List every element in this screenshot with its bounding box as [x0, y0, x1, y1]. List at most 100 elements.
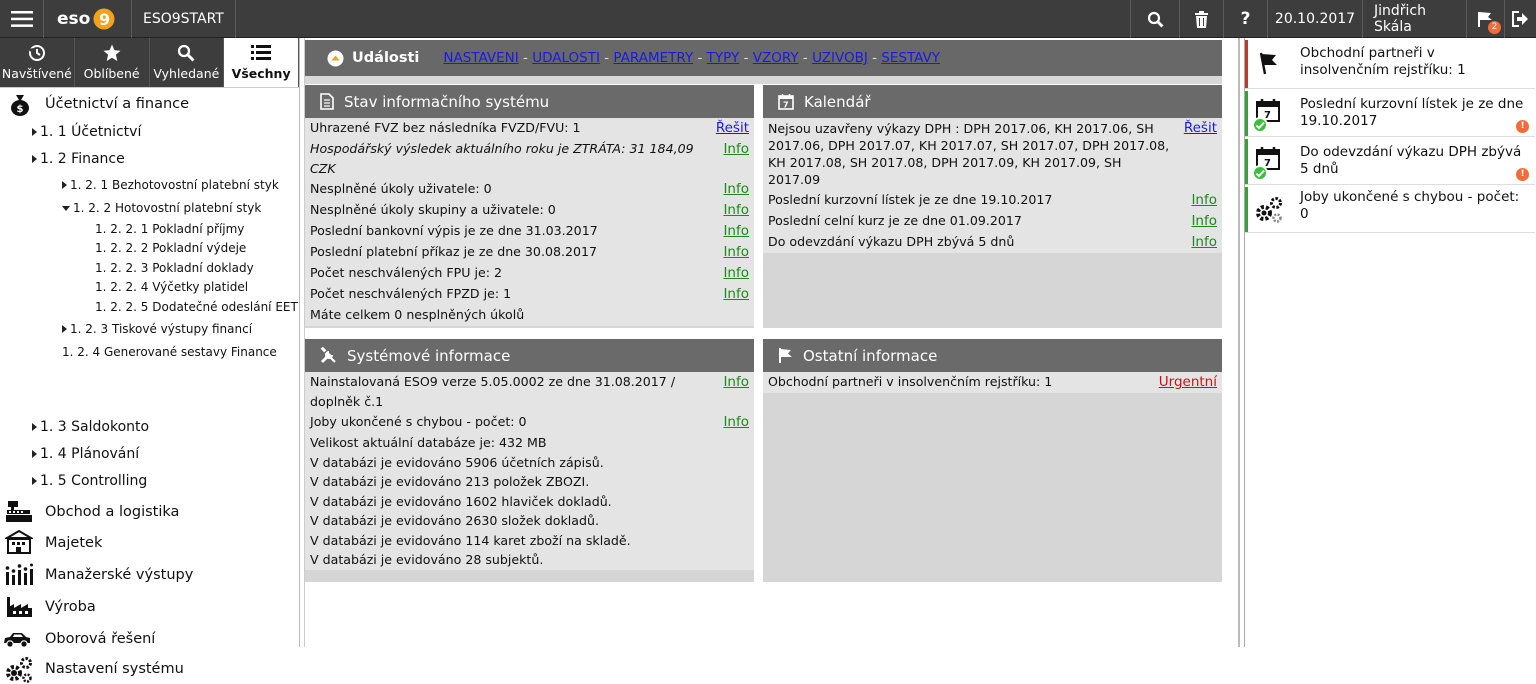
- link-typy[interactable]: TYPY: [707, 50, 740, 66]
- expand-arrow-icon: [32, 450, 37, 458]
- panel-header: Systémové informace: [305, 339, 754, 372]
- menu-item-majetek[interactable]: Majetek: [45, 532, 102, 554]
- menu-item-finance[interactable]: 1. 2 Finance: [32, 149, 125, 169]
- notifications-button[interactable]: 2: [1467, 0, 1505, 38]
- building-icon: [5, 530, 33, 554]
- info-row: Počet neschválených FPU je: 2 Info: [305, 263, 754, 284]
- link-separator: -: [872, 50, 877, 66]
- menu-item-pokladni-prijmy[interactable]: 1. 2. 2. 1 Pokladní příjmy: [95, 220, 244, 238]
- info-link[interactable]: Info: [723, 263, 749, 284]
- bar-chart-icon: [5, 563, 33, 585]
- sidebar-tabs: Navštívené Oblíbené Vyhledané Všechny: [0, 38, 299, 88]
- info-row: Obchodní partneři v insolvenčním rejstří…: [763, 372, 1222, 393]
- info-link[interactable]: Info: [723, 221, 749, 242]
- menu-item-ucetnictvi[interactable]: 1. 1 Účetnictví: [32, 122, 141, 142]
- row-text: Nesplněné úkoly uživatele: 0: [310, 181, 492, 196]
- info-link[interactable]: Info: [1191, 232, 1217, 253]
- urgent-link[interactable]: Urgentní: [1159, 372, 1217, 393]
- tab-visited-label: Navštívené: [1, 66, 72, 81]
- tab-searched[interactable]: Vyhledané: [149, 38, 225, 87]
- info-row: Joby ukončené s chybou - počet: 0 Info: [305, 412, 754, 433]
- resolve-link[interactable]: Řešit: [716, 118, 749, 139]
- tab-visited[interactable]: Navštívené: [0, 38, 75, 87]
- svg-text:9: 9: [99, 10, 110, 29]
- event-collapse-icon[interactable]: [327, 50, 344, 67]
- events-title: Události: [352, 50, 420, 66]
- info-link[interactable]: Info: [723, 372, 749, 412]
- menu-item-label: Manažerské výstupy: [45, 567, 194, 583]
- menu-item-label: 1. 2. 2 Hotovostní platební styk: [73, 201, 262, 215]
- info-link[interactable]: Info: [723, 179, 749, 200]
- logout-button[interactable]: [1505, 0, 1536, 38]
- money-bag-icon: $: [11, 95, 29, 116]
- info-link[interactable]: Info: [1191, 190, 1217, 211]
- menu-item-hotovostni[interactable]: 1. 2. 2 Hotovostní platební styk: [62, 199, 261, 217]
- status-bar: [1245, 139, 1248, 184]
- row-text: Poslední bankovní výpis je ze dne 31.03.…: [310, 223, 598, 238]
- app-name[interactable]: ESO9START: [132, 0, 236, 38]
- user-name[interactable]: Jindřich Skála: [1363, 0, 1467, 38]
- menu-item-dodatecne-odeslani-eet[interactable]: 1. 2. 2. 5 Dodatečné odeslání EET: [95, 298, 298, 316]
- tab-all[interactable]: Všechny: [224, 38, 299, 87]
- link-uzivobj[interactable]: UZIVOBJ: [812, 50, 868, 66]
- expand-arrow-icon: [62, 325, 67, 333]
- search-button[interactable]: [1130, 0, 1180, 38]
- info-link[interactable]: Info: [723, 284, 749, 305]
- menu-item-vyroba[interactable]: Výroba: [45, 596, 96, 618]
- panel-ostatni-informace: Ostatní informace Obchodní partneři v in…: [763, 339, 1222, 582]
- info-link[interactable]: Info: [723, 200, 749, 221]
- menu-item-bezhotovostni[interactable]: 1. 2. 1 Bezhotovostní platební styk: [62, 176, 279, 194]
- menu-item-label: 1. 2. 1 Bezhotovostní platební styk: [70, 178, 279, 192]
- menu-item-pokladni-vydeje[interactable]: 1. 2. 2. 2 Pokladní výdeje: [95, 239, 246, 257]
- panel-body: Nejsou uzavřeny výkazy DPH : DPH 2017.06…: [763, 118, 1222, 253]
- menu-item-generovane-sestavy[interactable]: 1. 2. 4 Generované sestavy Finance: [62, 343, 277, 361]
- link-separator: -: [802, 50, 808, 66]
- tab-favorites[interactable]: Oblíbené: [74, 38, 150, 87]
- notification-item[interactable]: Joby ukončené s chybou - počet: 0: [1245, 187, 1535, 233]
- menu-item-controlling[interactable]: 1. 5 Controlling: [32, 471, 147, 491]
- menu-item-nastaveni-systemu[interactable]: Nastavení systému: [45, 658, 184, 680]
- row-text: Uhrazené FVZ bez následníka FVZD/FVU: 1: [310, 120, 581, 135]
- link-udalosti[interactable]: UDALOSTI: [532, 50, 600, 66]
- row-text: V databázi je evidováno 1602 hlaviček do…: [310, 493, 612, 509]
- panel-title: Stav informačního systému: [344, 92, 550, 111]
- info-row: Nesplněné úkoly uživatele: 0 Info: [305, 179, 754, 200]
- panel-body: Obchodní partneři v insolvenčním rejstří…: [763, 372, 1222, 393]
- info-row: V databázi je evidováno 2630 složek dokl…: [305, 511, 754, 531]
- menu-item-label: 1. 5 Controlling: [40, 473, 148, 489]
- link-parametry[interactable]: PARAMETRY: [613, 50, 693, 66]
- help-icon: ?: [1240, 9, 1251, 29]
- menu-item-planovani[interactable]: 1. 4 Plánování: [32, 444, 139, 464]
- menu-item-manazerske-vystupy[interactable]: Manažerské výstupy: [45, 564, 193, 586]
- expand-arrow-icon: [32, 155, 37, 163]
- link-nastaveni[interactable]: NASTAVENI: [443, 50, 518, 66]
- info-link[interactable]: Info: [723, 139, 749, 179]
- calendar-day: 7: [783, 101, 789, 110]
- menu-item-pokladni-doklady[interactable]: 1. 2. 2. 3 Pokladní doklady: [95, 259, 254, 277]
- notification-text: Obchodní partneři v insolvenčním rejstří…: [1300, 45, 1466, 78]
- current-date: 20.10.2017: [1268, 0, 1363, 38]
- info-link[interactable]: Info: [723, 242, 749, 263]
- logo[interactable]: eso 9 eso 9: [44, 0, 132, 38]
- help-button[interactable]: ?: [1224, 0, 1268, 38]
- menu-item-tiskove-vystupy[interactable]: 1. 2. 3 Tiskové výstupy financí: [62, 320, 252, 338]
- menu-item-saldokonto[interactable]: 1. 3 Saldokonto: [32, 417, 149, 437]
- menu-item-ucetnictvi-a-finance[interactable]: Účetnictví a finance: [45, 93, 189, 115]
- menu-item-label: Majetek: [45, 535, 103, 551]
- info-link[interactable]: Info: [723, 412, 749, 433]
- notification-item[interactable]: 7 Do odevzdání výkazu DPH zbývá 5 dnů !: [1245, 139, 1535, 185]
- menu-item-vycetky-platidel[interactable]: 1. 2. 2. 4 Výčetky platidel: [95, 278, 248, 296]
- status-bar: [1245, 187, 1248, 232]
- notification-item[interactable]: Obchodní partneři v insolvenčním rejstří…: [1245, 40, 1535, 89]
- notification-item[interactable]: 7 Poslední kurzovní lístek je ze dne 19.…: [1245, 91, 1535, 137]
- link-vzory[interactable]: VZORY: [753, 50, 799, 66]
- info-row: Poslední platební příkaz je ze dne 30.08…: [305, 242, 754, 263]
- trash-button[interactable]: [1180, 0, 1224, 38]
- notification-count-badge: 2: [1488, 21, 1501, 34]
- menu-button[interactable]: [0, 0, 44, 38]
- link-sestavy[interactable]: SESTAVY: [881, 50, 940, 66]
- menu-item-obchod-a-logistika[interactable]: Obchod a logistika: [45, 501, 179, 523]
- info-link[interactable]: Info: [1191, 211, 1217, 232]
- resolve-link[interactable]: Řešit: [1184, 118, 1217, 190]
- trash-icon: [1195, 10, 1208, 28]
